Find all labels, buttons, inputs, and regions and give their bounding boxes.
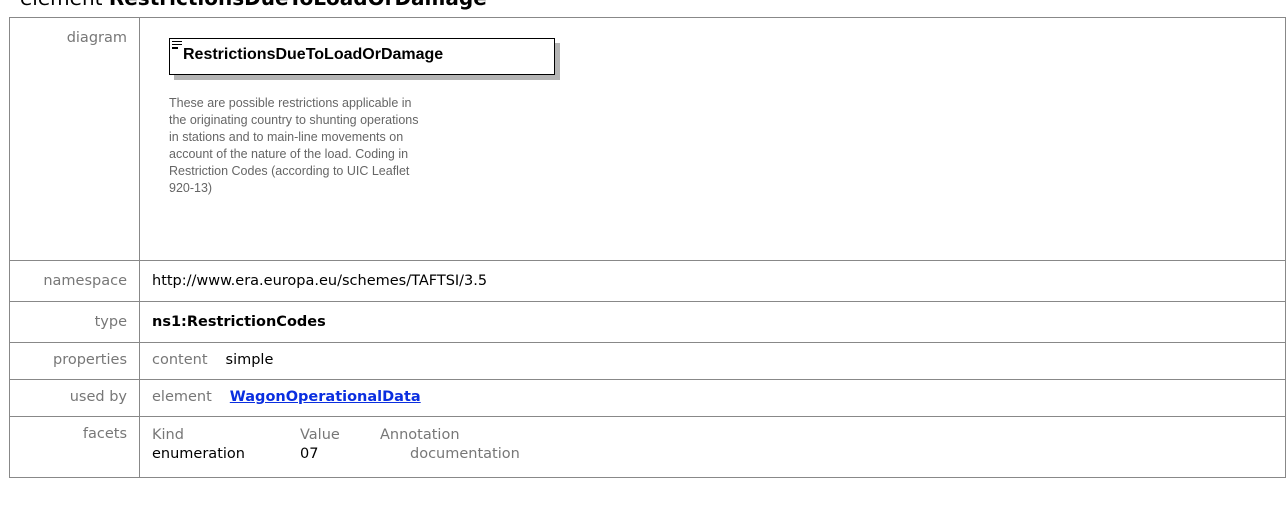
used-by-row: used by element WagonOperationalData (9, 379, 1286, 417)
diagram-row: diagram RestrictionsDueToLoadOrDamage Th… (9, 17, 1286, 261)
facet-annotation: documentation (410, 446, 520, 462)
element-box[interactable]: RestrictionsDueToLoadOrDamage (169, 38, 555, 75)
element-heading: element RestrictionsDueToLoadOrDamage (20, 0, 487, 8)
element-documentation: These are possible restrictions applicab… (169, 95, 589, 197)
documentation-line: 920-13) (169, 181, 213, 195)
type-row: type ns1:RestrictionCodes (9, 301, 1286, 343)
documentation-line: in stations and to main-line movements o… (169, 130, 404, 144)
namespace-row: namespace http://www.era.europa.eu/schem… (9, 260, 1286, 302)
facets-cell: Kind Value Annotation enumeration 07 doc… (139, 416, 1286, 478)
namespace-value: http://www.era.europa.eu/schemes/TAFTSI/… (139, 260, 1286, 302)
documentation-line: account of the nature of the load. Codin… (169, 147, 409, 161)
facets-label: facets (9, 416, 140, 478)
diagram-label: diagram (9, 17, 140, 261)
documentation-line: These are possible restrictions applicab… (169, 96, 412, 110)
documentation-line: the originating country to shunting oper… (169, 113, 419, 127)
heading-prefix: element (20, 0, 102, 10)
properties-key: content (152, 352, 208, 368)
used-by-label: used by (9, 379, 140, 417)
facet-row: enumeration 07 documentation (152, 445, 1285, 464)
facets-table: Kind Value Annotation enumeration 07 doc… (152, 417, 1285, 464)
documentation-line: Restriction Codes (according to UIC Leaf… (169, 164, 410, 178)
properties-cell: content simple (139, 342, 1286, 380)
used-by-link[interactable]: WagonOperationalData (230, 389, 421, 405)
schema-diagram: RestrictionsDueToLoadOrDamage These are … (140, 18, 1285, 260)
facet-kind: enumeration (152, 446, 245, 462)
facets-header-annotation: Annotation (380, 427, 460, 443)
facets-header-value: Value (300, 427, 340, 443)
properties-row: properties content simple (9, 342, 1286, 380)
facet-value: 07 (300, 446, 319, 462)
element-properties-table: diagram RestrictionsDueToLoadOrDamage Th… (9, 17, 1286, 478)
diagram-cell: RestrictionsDueToLoadOrDamage These are … (139, 17, 1286, 261)
namespace-label: namespace (9, 260, 140, 302)
properties-label: properties (9, 342, 140, 380)
facets-header: Kind Value Annotation (152, 426, 1285, 445)
properties-value: simple (225, 352, 274, 368)
element-box-name: RestrictionsDueToLoadOrDamage (183, 46, 444, 63)
type-label: type (9, 301, 140, 343)
used-by-cell: element WagonOperationalData (139, 379, 1286, 417)
facets-row: facets Kind Value Annotation enumeration… (9, 416, 1286, 478)
used-by-key: element (152, 389, 212, 405)
type-value: ns1:RestrictionCodes (139, 301, 1286, 343)
documentation-icon (172, 41, 182, 51)
facets-header-kind: Kind (152, 427, 184, 443)
heading-element-name: RestrictionsDueToLoadOrDamage (109, 0, 487, 10)
